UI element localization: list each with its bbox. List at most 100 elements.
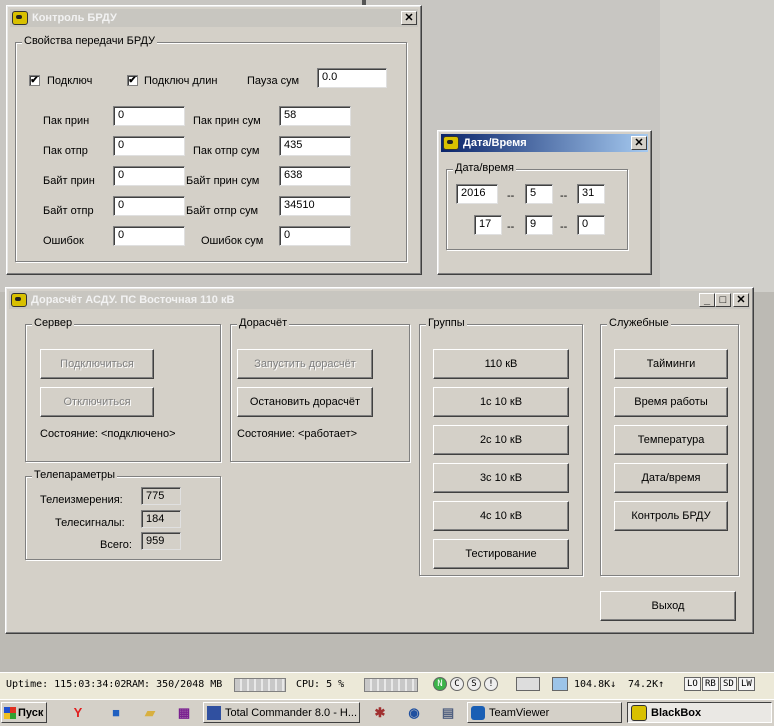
- cpu-text: CPU: 5 %: [296, 679, 345, 690]
- lo-indicator[interactable]: LO: [684, 677, 701, 691]
- task-teamviewer[interactable]: TeamViewer: [467, 702, 622, 723]
- stop-calc-button[interactable]: Остановить дорасчёт: [237, 387, 373, 417]
- group-110kv-button[interactable]: 110 кВ: [433, 349, 569, 379]
- bytes-sent-label: Байт отпр: [43, 205, 94, 217]
- bytes-received-field[interactable]: 0: [113, 166, 185, 186]
- separator: --: [507, 190, 515, 202]
- month-field[interactable]: 5: [525, 184, 553, 204]
- system-statusbar: Uptime: 115:03:34:02 RAM: 350/2048 MB CP…: [0, 672, 774, 699]
- bytes-received-label: Байт прин: [43, 175, 95, 187]
- groups-group: Группы 110 кВ 1с 10 кВ 2с 10 кВ 3с 10 кВ…: [419, 317, 583, 576]
- packets-sent-label: Пак отпр: [43, 145, 88, 157]
- s-indicator-icon[interactable]: S: [467, 677, 481, 691]
- taskbar: Пуск Y ■ ▰ ▦ Total Commander 8.0 - H... …: [0, 699, 774, 726]
- group-label: Группы: [426, 317, 467, 329]
- floppy-icon: [207, 705, 221, 720]
- connect-button[interactable]: Подключиться: [40, 349, 154, 379]
- disconnect-button[interactable]: Отключиться: [40, 387, 154, 417]
- separator: --: [560, 221, 568, 233]
- pause-sum-field[interactable]: 0.0: [317, 68, 387, 88]
- brdu-window: Контроль БРДУ ✕ Свойства передачи БРДУ ✔…: [6, 5, 422, 275]
- script-icon[interactable]: ▤: [440, 705, 456, 721]
- brdu-control-button[interactable]: Контроль БРДУ: [614, 501, 728, 531]
- datetime-titlebar[interactable]: Дата/Время ✕: [441, 134, 648, 152]
- datetime-window: Дата/Время ✕ Дата/время 2016 -- 5 -- 31 …: [437, 130, 652, 275]
- window-title: Дорасчёт АСДУ. ПС Восточная 110 кВ: [31, 294, 235, 306]
- timings-button[interactable]: Тайминги: [614, 349, 728, 379]
- telemeasure-label: Телеизмерения:: [40, 494, 123, 506]
- packets-sent-sum-field[interactable]: 435: [279, 136, 351, 156]
- close-button[interactable]: ✕: [631, 136, 647, 150]
- bug-icon[interactable]: ✱: [372, 705, 388, 721]
- rb-indicator[interactable]: RB: [702, 677, 719, 691]
- errors-sum-field[interactable]: 0: [279, 226, 351, 246]
- total-label: Всего:: [100, 539, 132, 551]
- folder-icon[interactable]: ▰: [142, 705, 158, 721]
- main-titlebar[interactable]: Дорасчёт АСДУ. ПС Восточная 110 кВ _ □ ✕: [9, 291, 750, 309]
- day-field[interactable]: 31: [577, 184, 605, 204]
- bytes-sent-field[interactable]: 0: [113, 196, 185, 216]
- temperature-button[interactable]: Температура: [614, 425, 728, 455]
- minimize-button[interactable]: _: [699, 293, 715, 307]
- calc-group: Дорасчёт Запустить дорасчёт Остановить д…: [230, 317, 410, 462]
- bytes-received-sum-label: Байт прин сум: [186, 175, 260, 187]
- globe-icon[interactable]: ◉: [406, 705, 422, 721]
- uptime-button[interactable]: Время работы: [614, 387, 728, 417]
- desktop-right-area: [660, 0, 774, 292]
- windows-explorer-icon[interactable]: ■: [108, 705, 124, 721]
- group-label: Служебные: [607, 317, 671, 329]
- close-button[interactable]: ✕: [733, 293, 749, 307]
- start-label: Пуск: [18, 706, 44, 719]
- group-3s-button[interactable]: 3с 10 кВ: [433, 463, 569, 493]
- exit-button[interactable]: Выход: [600, 591, 736, 621]
- packets-received-sum-field[interactable]: 58: [279, 106, 351, 126]
- main-window: Дорасчёт АСДУ. ПС Восточная 110 кВ _ □ ✕…: [5, 287, 754, 634]
- drive-icon: [516, 677, 540, 691]
- c-indicator-icon[interactable]: C: [450, 677, 464, 691]
- group-label: Сервер: [32, 317, 75, 329]
- teamviewer-icon: [471, 705, 485, 720]
- n-indicator-icon[interactable]: N: [433, 677, 447, 691]
- connect-checkbox-label: Подключ: [47, 75, 93, 87]
- datetime-group: Дата/время 2016 -- 5 -- 31 17 -- 9 -- 0: [446, 162, 628, 250]
- connect-long-checkbox-label: Подключ длин: [144, 75, 218, 87]
- start-button[interactable]: Пуск: [1, 702, 47, 723]
- brdu-titlebar[interactable]: Контроль БРДУ ✕: [10, 9, 418, 27]
- connect-long-checkbox[interactable]: ✔: [127, 75, 138, 86]
- group-1s-button[interactable]: 1с 10 кВ: [433, 387, 569, 417]
- datetime-button[interactable]: Дата/время: [614, 463, 728, 493]
- lw-indicator[interactable]: LW: [738, 677, 755, 691]
- telemeasure-field: 775: [141, 487, 181, 505]
- grid-app-icon[interactable]: ▦: [176, 705, 192, 721]
- sd-indicator[interactable]: SD: [720, 677, 737, 691]
- window-title: Контроль БРДУ: [32, 12, 117, 24]
- year-field[interactable]: 2016: [456, 184, 498, 204]
- yandex-icon[interactable]: Y: [70, 705, 86, 721]
- task-total-commander[interactable]: Total Commander 8.0 - H...: [203, 702, 360, 723]
- group-2s-button[interactable]: 2с 10 кВ: [433, 425, 569, 455]
- group-4s-button[interactable]: 4с 10 кВ: [433, 501, 569, 531]
- service-group: Служебные Тайминги Время работы Температ…: [600, 317, 739, 576]
- app-icon: [12, 11, 28, 25]
- packets-sent-field[interactable]: 0: [113, 136, 185, 156]
- errors-field[interactable]: 0: [113, 226, 185, 246]
- app-icon: [11, 293, 27, 307]
- testing-button[interactable]: Тестирование: [433, 539, 569, 569]
- alert-indicator-icon[interactable]: !: [484, 677, 498, 691]
- minute-field[interactable]: 9: [525, 215, 553, 235]
- packets-received-field[interactable]: 0: [113, 106, 185, 126]
- packets-received-label: Пак прин: [43, 115, 90, 127]
- bytes-sent-sum-field[interactable]: 34510: [279, 196, 351, 216]
- maximize-button[interactable]: □: [715, 293, 731, 307]
- hour-field[interactable]: 17: [474, 215, 502, 235]
- close-button[interactable]: ✕: [401, 11, 417, 25]
- group-label: Дорасчёт: [237, 317, 290, 329]
- separator: --: [560, 190, 568, 202]
- connect-checkbox[interactable]: ✔: [29, 75, 40, 86]
- brdu-properties-group: Свойства передачи БРДУ ✔ Подключ ✔ Подкл…: [15, 35, 407, 262]
- start-calc-button[interactable]: Запустить дорасчёт: [237, 349, 373, 379]
- bytes-received-sum-field[interactable]: 638: [279, 166, 351, 186]
- network-icon: [552, 677, 568, 691]
- task-blackbox[interactable]: BlackBox: [627, 702, 772, 723]
- second-field[interactable]: 0: [577, 215, 605, 235]
